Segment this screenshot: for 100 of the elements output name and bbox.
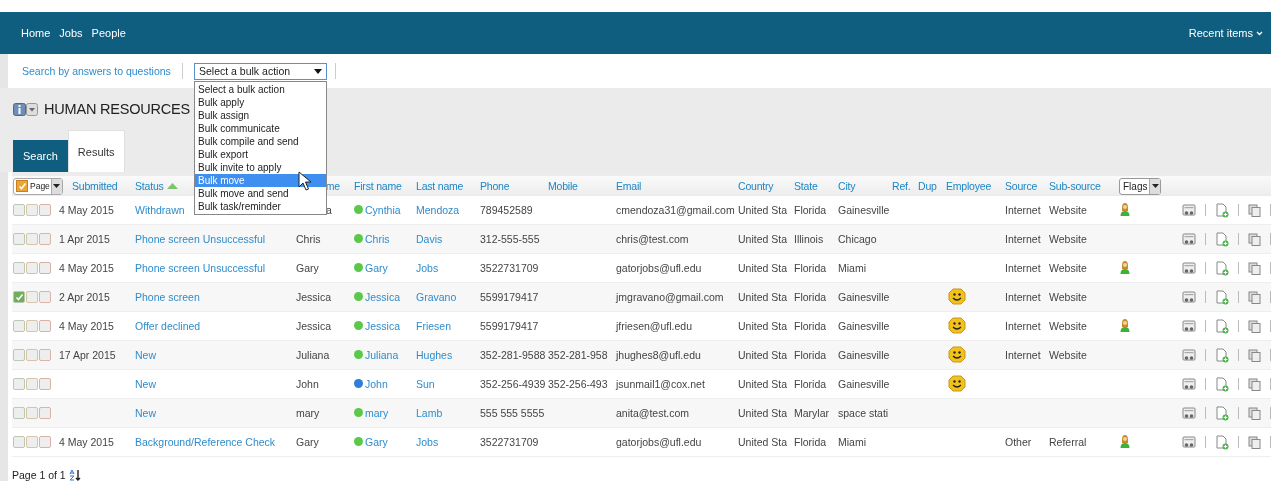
row-checkbox[interactable] xyxy=(13,378,25,390)
copy-icon[interactable] xyxy=(1248,377,1261,391)
recent-items-menu[interactable]: Recent items xyxy=(1188,27,1263,39)
last-name-link[interactable]: Friesen xyxy=(416,320,451,332)
first-name-link[interactable]: Cynthia xyxy=(365,203,401,216)
row-checkbox[interactable] xyxy=(13,204,25,216)
card-icon[interactable] xyxy=(1182,435,1196,449)
menu-option[interactable]: Bulk compile and send xyxy=(195,134,326,148)
copy-icon[interactable] xyxy=(1248,290,1261,304)
add-document-icon[interactable] xyxy=(1215,202,1229,218)
add-document-icon[interactable] xyxy=(1215,405,1229,421)
menu-option[interactable]: Bulk task/reminder xyxy=(195,199,326,213)
add-document-icon[interactable] xyxy=(1215,376,1229,392)
row-checkbox[interactable] xyxy=(39,320,51,332)
flags-dropdown[interactable]: Flags xyxy=(1119,177,1162,195)
row-checkbox[interactable] xyxy=(13,291,25,303)
row-checkbox[interactable] xyxy=(26,407,38,419)
row-checkbox[interactable] xyxy=(26,436,38,448)
row-checkbox[interactable] xyxy=(39,291,51,303)
add-document-icon[interactable] xyxy=(1215,434,1229,450)
row-checkbox[interactable] xyxy=(39,436,51,448)
row-checkbox[interactable] xyxy=(13,407,25,419)
first-name-link[interactable]: Chris xyxy=(365,232,390,245)
first-name-link[interactable]: Gary xyxy=(365,435,388,448)
row-checkbox[interactable] xyxy=(26,262,38,274)
status-link[interactable]: Phone screen xyxy=(135,291,200,303)
card-icon[interactable] xyxy=(1182,261,1196,275)
row-checkbox[interactable] xyxy=(13,320,25,332)
status-link[interactable]: New xyxy=(135,378,156,390)
last-name-link[interactable]: Sun xyxy=(416,378,435,390)
row-checkbox[interactable] xyxy=(26,378,38,390)
add-document-icon[interactable] xyxy=(1215,289,1229,305)
row-checkbox[interactable] xyxy=(39,407,51,419)
first-name-link[interactable]: Jessica xyxy=(365,319,400,332)
copy-icon[interactable] xyxy=(1248,261,1261,275)
row-checkbox[interactable] xyxy=(26,349,38,361)
menu-option[interactable]: Select a bulk action xyxy=(195,82,326,96)
row-checkbox[interactable] xyxy=(26,291,38,303)
card-icon[interactable] xyxy=(1182,377,1196,391)
row-checkbox[interactable] xyxy=(13,262,25,274)
menu-option[interactable]: Bulk apply xyxy=(195,95,326,109)
first-name-link[interactable]: mary xyxy=(365,406,389,419)
row-checkbox[interactable] xyxy=(39,204,51,216)
menu-option[interactable]: Bulk communicate xyxy=(195,121,326,135)
last-name-link[interactable]: Lamb xyxy=(416,407,443,419)
row-checkbox[interactable] xyxy=(26,320,38,332)
tab[interactable]: Results xyxy=(67,130,125,172)
nav-link[interactable]: Home xyxy=(21,27,51,39)
menu-option[interactable]: Bulk export xyxy=(195,147,326,161)
status-link[interactable]: New xyxy=(135,349,156,361)
search-answers-link[interactable]: Search by answers to questions xyxy=(22,65,174,77)
card-icon[interactable] xyxy=(1182,348,1196,362)
card-icon[interactable] xyxy=(1182,203,1196,217)
copy-icon[interactable] xyxy=(1248,435,1261,449)
row-checkbox[interactable] xyxy=(39,262,51,274)
status-link[interactable]: New xyxy=(135,407,156,419)
add-document-icon[interactable] xyxy=(1215,347,1229,363)
column-header[interactable]: City xyxy=(838,180,856,192)
row-checkbox[interactable] xyxy=(13,349,25,361)
column-header[interactable]: Status xyxy=(135,180,164,192)
first-name-link[interactable]: John xyxy=(365,377,388,390)
last-name-link[interactable]: Mendoza xyxy=(416,204,460,216)
copy-icon[interactable] xyxy=(1248,406,1261,420)
first-name-link[interactable]: Gary xyxy=(365,261,388,274)
add-document-icon[interactable] xyxy=(1215,231,1229,247)
card-icon[interactable] xyxy=(1182,290,1196,304)
status-link[interactable]: Withdrawn xyxy=(135,204,185,216)
status-link[interactable]: Background/Reference Check xyxy=(135,436,276,448)
info-dropdown-icon[interactable] xyxy=(13,102,38,116)
copy-icon[interactable] xyxy=(1248,232,1261,246)
menu-option[interactable]: Bulk move and send xyxy=(195,186,326,200)
card-icon[interactable] xyxy=(1182,232,1196,246)
row-checkbox[interactable] xyxy=(26,233,38,245)
page-select-control[interactable]: Page xyxy=(13,177,63,195)
last-name-link[interactable]: Davis xyxy=(416,233,443,245)
last-name-link[interactable]: Jobs xyxy=(416,436,439,448)
checkbox[interactable] xyxy=(16,180,28,192)
card-icon[interactable] xyxy=(1182,319,1196,333)
copy-icon[interactable] xyxy=(1248,203,1261,217)
column-header[interactable]: Email xyxy=(616,180,642,192)
row-checkbox[interactable] xyxy=(39,233,51,245)
nav-link[interactable]: People xyxy=(91,27,126,39)
row-checkbox[interactable] xyxy=(39,349,51,361)
add-document-icon[interactable] xyxy=(1215,318,1229,334)
card-icon[interactable] xyxy=(1182,406,1196,420)
copy-icon[interactable] xyxy=(1248,348,1261,362)
last-name-link[interactable]: Jobs xyxy=(416,262,439,274)
menu-option[interactable]: Bulk assign xyxy=(195,108,326,122)
status-link[interactable]: Phone screen Unsuccessful xyxy=(135,262,266,274)
row-checkbox[interactable] xyxy=(39,378,51,390)
bulk-action-select[interactable]: Select a bulk action xyxy=(194,62,327,80)
menu-option[interactable]: Bulk invite to apply xyxy=(195,160,326,174)
nav-link[interactable]: Jobs xyxy=(59,27,83,39)
add-document-icon[interactable] xyxy=(1215,260,1229,276)
status-link[interactable]: Offer declined xyxy=(135,320,201,332)
row-checkbox[interactable] xyxy=(26,204,38,216)
menu-option[interactable]: Bulk move xyxy=(195,173,326,187)
copy-icon[interactable] xyxy=(1248,319,1261,333)
row-checkbox[interactable] xyxy=(13,436,25,448)
tab[interactable]: Search xyxy=(13,140,68,172)
